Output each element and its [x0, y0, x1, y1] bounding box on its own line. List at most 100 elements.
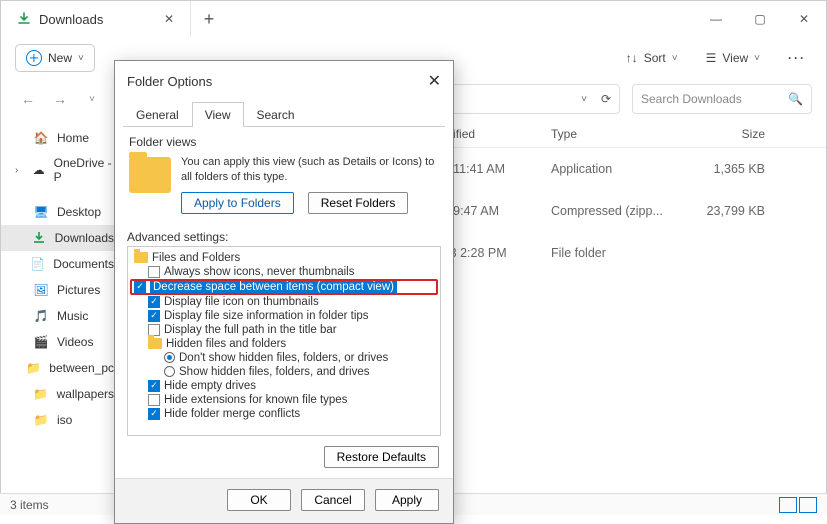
sidebar-item-documents[interactable]: 📄 Documents: [1, 251, 124, 277]
tab-view[interactable]: View: [192, 102, 244, 127]
sidebar-item-desktop[interactable]: 🖥 Desktop: [1, 199, 124, 225]
tree-item[interactable]: ✓Hide folder merge conflicts: [130, 407, 438, 421]
tree-item[interactable]: Hide extensions for known file types: [130, 393, 438, 407]
sidebar-label: Home: [57, 131, 89, 145]
radio[interactable]: [164, 366, 175, 377]
checkbox[interactable]: ✓: [148, 408, 160, 420]
new-label: New: [48, 51, 72, 65]
tree-root: Files and Folders: [152, 252, 240, 264]
tree-item[interactable]: ✓Hide empty drives: [130, 379, 438, 393]
tab-downloads[interactable]: Downloads ✕: [1, 1, 191, 37]
sidebar-item-videos[interactable]: 🎬Videos: [1, 329, 124, 355]
sidebar-label: between_pc: [49, 361, 114, 375]
apply-button[interactable]: Apply: [375, 489, 439, 511]
chevron-down-icon[interactable]: ˅: [79, 86, 105, 112]
tab-label: Downloads: [39, 12, 103, 27]
titlebar: Downloads ✕ + — ▢ ✕: [1, 1, 826, 37]
maximize-button[interactable]: ▢: [738, 1, 782, 37]
folder-icon: [134, 252, 148, 263]
sidebar-item-home[interactable]: 🏠 Home: [1, 125, 124, 151]
search-icon: 🔍: [788, 92, 803, 106]
checkbox[interactable]: [148, 394, 160, 406]
thumbnails-view-button[interactable]: [799, 497, 817, 513]
chevron-down-icon: ˅: [672, 53, 678, 64]
dialog-close-button[interactable]: ✕: [428, 71, 441, 91]
cancel-button[interactable]: Cancel: [301, 489, 365, 511]
tree-item[interactable]: ✓Display file icon on thumbnails: [130, 295, 438, 309]
col-size[interactable]: Size: [701, 127, 781, 141]
chevron-down-icon: ˅: [78, 53, 84, 64]
checkbox[interactable]: ✓: [148, 310, 160, 322]
view-icon: ☰: [706, 51, 717, 65]
folder-views-text: You can apply this view (such as Details…: [181, 155, 439, 186]
checkbox[interactable]: ✓: [134, 281, 146, 293]
advanced-label: Advanced settings:: [115, 224, 453, 246]
sidebar-item-folder[interactable]: 📁iso: [1, 407, 124, 433]
checkbox[interactable]: [148, 266, 160, 278]
home-icon: 🏠: [33, 130, 49, 146]
new-tab-button[interactable]: +: [191, 1, 227, 37]
ok-button[interactable]: OK: [227, 489, 291, 511]
sidebar-item-folder[interactable]: 📁 between_pc: [1, 355, 124, 381]
dialog-header: Folder Options ✕: [115, 61, 453, 101]
checkbox[interactable]: [148, 324, 160, 336]
close-tab-button[interactable]: ✕: [160, 10, 178, 28]
tree-radio[interactable]: Show hidden files, folders, and drives: [130, 365, 438, 379]
expand-icon[interactable]: ›: [15, 165, 24, 176]
folder-views-label: Folder views: [129, 135, 439, 149]
item-count: 3 items: [10, 498, 49, 512]
minimize-button[interactable]: —: [694, 1, 738, 37]
col-type[interactable]: Type: [551, 127, 701, 141]
sidebar-item-pictures[interactable]: 🖼 Pictures: [1, 277, 124, 303]
tree-item[interactable]: ✓Display file size information in folder…: [130, 309, 438, 323]
dialog-title: Folder Options: [127, 74, 212, 89]
tree-radio[interactable]: Don't show hidden files, folders, or dri…: [130, 351, 438, 365]
folder-icon: [129, 157, 171, 193]
checkbox[interactable]: ✓: [148, 296, 160, 308]
search-input[interactable]: Search Downloads 🔍: [632, 84, 812, 114]
view-button[interactable]: ☰ View ˅: [700, 47, 766, 69]
sidebar-label: Music: [57, 309, 88, 323]
sidebar-item-folder[interactable]: 📁 wallpapers: [1, 381, 124, 407]
radio[interactable]: [164, 352, 175, 363]
tree-item[interactable]: Display the full path in the title bar: [130, 323, 438, 337]
download-icon: [32, 230, 47, 246]
details-view-button[interactable]: [779, 497, 797, 513]
sidebar-label: Desktop: [57, 205, 101, 219]
tab-general[interactable]: General: [123, 102, 192, 127]
download-icon: [17, 12, 31, 26]
search-placeholder: Search Downloads: [641, 92, 780, 106]
tab-search[interactable]: Search: [244, 102, 308, 127]
tree-item-highlighted[interactable]: ✓Decrease space between items (compact v…: [130, 279, 438, 295]
sort-icon: ↑↓: [626, 51, 638, 65]
folder-icon: 📁: [33, 386, 49, 402]
tree-item[interactable]: Always show icons, never thumbnails: [130, 265, 438, 279]
document-icon: 📄: [30, 256, 45, 272]
restore-defaults-button[interactable]: Restore Defaults: [324, 446, 439, 468]
sort-button[interactable]: ↑↓ Sort ˅: [620, 47, 684, 69]
sidebar-label: Documents: [53, 257, 114, 271]
refresh-button[interactable]: ⟳: [601, 92, 611, 106]
sidebar-item-downloads[interactable]: Downloads: [1, 225, 124, 251]
tree-group: Hidden files and folders: [166, 338, 286, 350]
back-button[interactable]: ←: [15, 86, 41, 112]
sidebar-item-onedrive[interactable]: ›☁OneDrive - P: [1, 151, 124, 189]
chevron-down-icon[interactable]: ˅: [581, 94, 587, 105]
more-button[interactable]: ···: [782, 47, 812, 69]
sidebar-label: Pictures: [57, 283, 100, 297]
sidebar-label: Downloads: [55, 231, 114, 245]
desktop-icon: 🖥: [33, 204, 49, 220]
apply-to-folders-button[interactable]: Apply to Folders: [181, 192, 294, 214]
pictures-icon: 🖼: [33, 282, 49, 298]
sidebar-label: wallpapers: [57, 387, 114, 401]
video-icon: 🎬: [33, 334, 49, 350]
folder-icon: 📁: [26, 360, 41, 376]
forward-button[interactable]: →: [47, 86, 73, 112]
new-button[interactable]: New ˅: [15, 44, 95, 72]
sidebar-item-music[interactable]: 🎵Music: [1, 303, 124, 329]
advanced-settings-tree[interactable]: Files and Folders Always show icons, nev…: [127, 246, 441, 436]
close-button[interactable]: ✕: [782, 1, 826, 37]
folder-icon: [148, 338, 162, 349]
checkbox[interactable]: ✓: [148, 380, 160, 392]
reset-folders-button[interactable]: Reset Folders: [308, 192, 409, 214]
